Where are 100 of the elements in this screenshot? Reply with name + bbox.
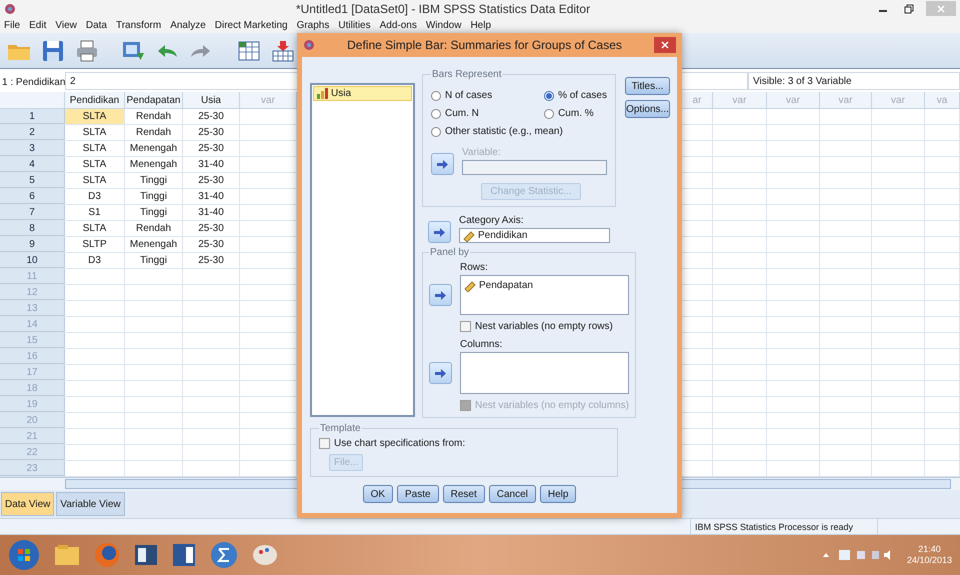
view-tab[interactable]: Variable View xyxy=(56,492,125,516)
close-icon xyxy=(937,4,945,12)
dialog-button[interactable]: Paste xyxy=(397,485,439,503)
app-icon xyxy=(303,39,315,51)
table-cell[interactable]: Tinggi xyxy=(125,253,183,268)
close-button[interactable] xyxy=(654,37,676,53)
table-cell[interactable]: D3 xyxy=(65,253,125,268)
row-number[interactable]: 6 xyxy=(0,189,65,204)
group-title: Panel by xyxy=(429,246,470,260)
close-icon xyxy=(661,41,669,49)
menu-item[interactable]: Data xyxy=(86,18,107,32)
table-cell[interactable]: 25-30 xyxy=(183,141,240,156)
table-cell[interactable]: 31-40 xyxy=(183,157,240,172)
table-cell[interactable]: Menengah xyxy=(125,141,183,156)
table-cell[interactable]: Tinggi xyxy=(125,173,183,188)
columns-list[interactable] xyxy=(460,352,629,394)
checkbox[interactable] xyxy=(460,321,471,332)
menu-item[interactable]: Edit xyxy=(29,18,46,32)
table-cell[interactable]: S1 xyxy=(65,205,125,220)
rows-list[interactable]: Pendapatan xyxy=(460,275,629,315)
variable-list-item[interactable]: Usia xyxy=(313,86,412,101)
document-icon[interactable] xyxy=(172,543,196,567)
arrow-icon xyxy=(435,368,446,378)
print-icon[interactable] xyxy=(74,38,100,64)
arrow-icon xyxy=(435,290,446,300)
sigma-icon[interactable] xyxy=(210,541,238,569)
radio-button[interactable] xyxy=(544,90,554,100)
variable-field[interactable] xyxy=(462,160,607,175)
table-cell[interactable]: SLTP xyxy=(65,237,125,252)
start-icon[interactable] xyxy=(8,539,40,571)
table-cell[interactable]: Tinggi xyxy=(125,205,183,220)
dialog-button[interactable]: Cancel xyxy=(488,485,536,503)
table-cell[interactable]: D3 xyxy=(65,189,125,204)
table-cell[interactable]: Menengah xyxy=(125,157,183,172)
move-arrow-button[interactable] xyxy=(429,362,452,384)
table-cell[interactable]: 25-30 xyxy=(183,253,240,268)
menu-item[interactable]: Help xyxy=(470,18,492,32)
table-cell[interactable]: 31-40 xyxy=(183,189,240,204)
move-arrow-button[interactable] xyxy=(431,153,454,175)
row-number[interactable]: 3 xyxy=(0,141,65,156)
menu-item[interactable]: Add-ons xyxy=(380,18,417,32)
table-cell[interactable]: 25-30 xyxy=(183,173,240,188)
menu-item[interactable]: File xyxy=(4,18,20,32)
side-button[interactable]: Options... xyxy=(625,100,670,118)
row-number[interactable]: 9 xyxy=(0,237,65,252)
window-icon[interactable] xyxy=(134,544,158,566)
table-cell[interactable]: SLTA xyxy=(65,221,125,236)
folder-icon[interactable] xyxy=(54,544,80,566)
radio-button[interactable] xyxy=(544,108,554,118)
radio-button[interactable] xyxy=(431,108,441,118)
table-cell[interactable]: Menengah xyxy=(125,237,183,252)
menu-item[interactable]: Analyze xyxy=(170,18,206,32)
menu-item[interactable]: Window xyxy=(426,18,462,32)
column-header[interactable]: Usia xyxy=(183,92,240,108)
table-cell[interactable]: 25-30 xyxy=(183,125,240,140)
dialog-button[interactable]: Help xyxy=(540,485,576,503)
radio-button[interactable] xyxy=(431,90,441,100)
table-cell[interactable]: SLTA xyxy=(65,141,125,156)
radio-label: Cum. N xyxy=(445,107,479,121)
view-tab[interactable]: Data View xyxy=(1,492,54,516)
restore-icon[interactable] xyxy=(904,4,914,14)
table-cell[interactable]: SLTA xyxy=(65,157,125,172)
menu-item[interactable]: Utilities xyxy=(338,18,371,32)
table-cell[interactable]: Rendah xyxy=(125,109,183,124)
palette-icon[interactable] xyxy=(252,543,278,567)
app-icon xyxy=(4,2,16,14)
table-cell[interactable]: 31-40 xyxy=(183,205,240,220)
table-cell[interactable]: 25-30 xyxy=(183,237,240,252)
table-cell[interactable]: Tinggi xyxy=(125,189,183,204)
column-header[interactable]: Pendidikan xyxy=(65,92,125,108)
row-number[interactable]: 1 xyxy=(0,109,65,124)
table-cell[interactable]: 25-30 xyxy=(183,221,240,236)
column-header[interactable]: Pendapatan xyxy=(125,92,183,108)
table-cell[interactable]: SLTA xyxy=(65,125,125,140)
row-number[interactable]: 4 xyxy=(0,157,65,172)
row-number[interactable]: 8 xyxy=(0,221,65,236)
menu-item[interactable]: Transform xyxy=(116,18,162,32)
menu-item[interactable]: Graphs xyxy=(296,18,330,32)
checkbox[interactable] xyxy=(319,438,330,449)
variable-list[interactable]: Usia xyxy=(310,83,415,417)
radio-button[interactable] xyxy=(431,126,441,136)
table-cell[interactable]: SLTA xyxy=(65,173,125,188)
globe-icon[interactable] xyxy=(94,542,120,568)
menu-item[interactable]: Direct Marketing xyxy=(214,18,288,32)
tray-icons[interactable] xyxy=(820,549,893,561)
table-cell[interactable]: 25-30 xyxy=(183,109,240,124)
row-number[interactable]: 7 xyxy=(0,205,65,220)
dialog-button[interactable]: OK xyxy=(362,485,394,503)
dialog-button[interactable]: Reset xyxy=(442,485,485,503)
row-number[interactable]: 2 xyxy=(0,125,65,140)
side-button[interactable]: Titles... xyxy=(625,77,670,95)
category-axis-field[interactable]: Pendidikan xyxy=(459,228,610,243)
row-number[interactable]: 10 xyxy=(0,253,65,268)
menu-item[interactable]: View xyxy=(55,18,77,32)
move-arrow-button[interactable] xyxy=(428,221,451,243)
move-arrow-button[interactable] xyxy=(429,284,452,306)
table-cell[interactable]: SLTA xyxy=(65,109,125,124)
table-cell[interactable]: Rendah xyxy=(125,221,183,236)
row-number[interactable]: 5 xyxy=(0,173,65,188)
table-cell[interactable]: Rendah xyxy=(125,125,183,140)
